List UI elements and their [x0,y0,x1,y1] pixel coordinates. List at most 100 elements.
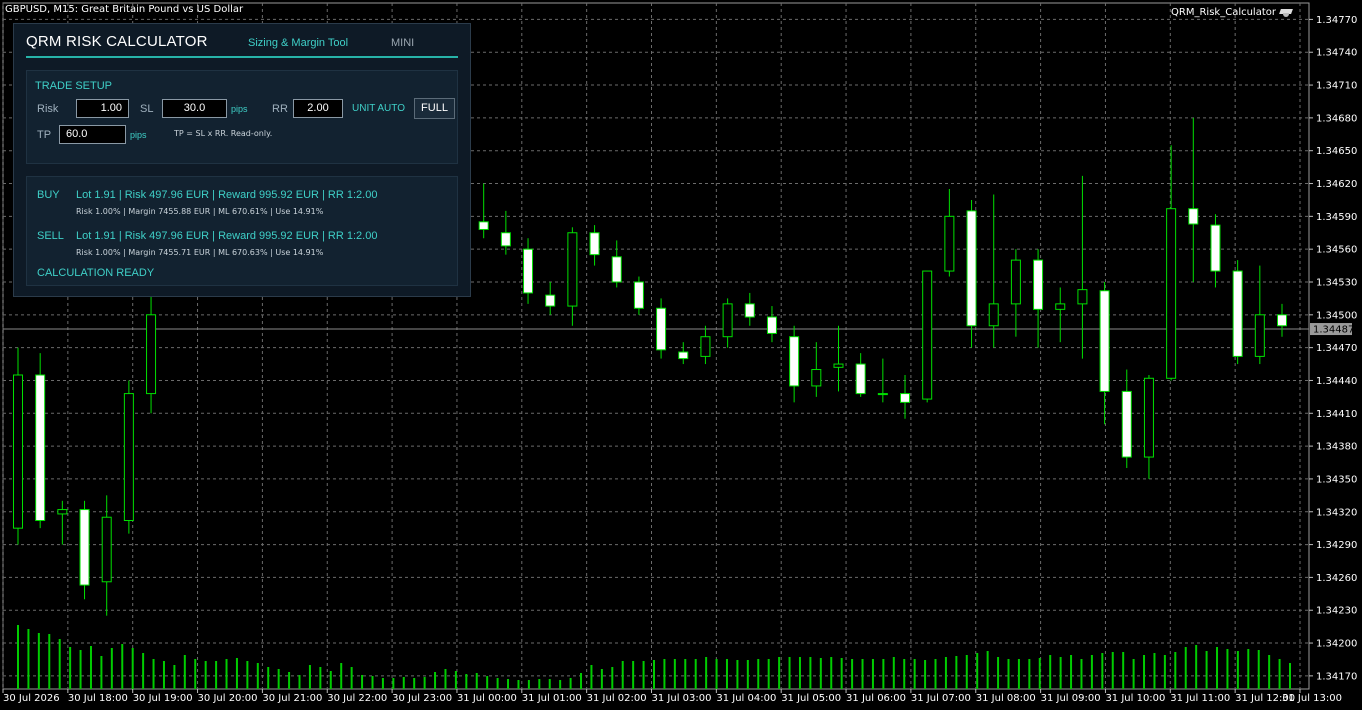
candle-body [1077,289,1088,305]
candle-body [855,363,866,395]
time-tick-label: 31 Jul 01:00 [522,693,582,704]
candle-body [523,248,534,294]
results-section: BUY Lot 1.91 | Risk 497.96 EUR | Reward … [26,176,458,286]
candle-body [766,316,777,334]
price-tick-label: 1.34440 [1316,376,1357,387]
sl-unit: pips [231,104,248,114]
panel-header: QRM RISK CALCULATOR Sizing & Margin Tool… [26,33,458,57]
chart-symbol-title: GBPUSD, M15: Great Britain Pound vs US D… [5,4,244,15]
time-tick-label: 31 Jul 07:00 [911,693,971,704]
time-tick-label: 30 Jul 2026 [3,693,60,704]
time-tick-label: 31 Jul 04:00 [716,693,776,704]
time-tick-label: 31 Jul 13:00 [1282,693,1342,704]
candle-body [1277,314,1287,327]
unit-auto-toggle[interactable]: UNIT AUTO [352,103,405,114]
price-tick-label: 1.34410 [1316,409,1357,420]
full-mode-button[interactable]: FULL [414,98,455,119]
price-tick-label: 1.34530 [1316,277,1357,288]
candle [123,380,134,534]
candle-body [811,369,822,387]
graduation-cap-icon [1280,8,1292,18]
candle-body [101,516,112,583]
tp-label: TP [37,129,52,141]
panel-title: QRM RISK CALCULATOR [26,33,208,50]
time-tick-label: 31 Jul 11:00 [1170,693,1230,704]
candle-body [35,374,46,522]
candle-body [900,393,911,403]
time-tick-label: 31 Jul 00:00 [457,693,517,704]
sl-label: SL [140,103,154,115]
price-tick-label: 1.34470 [1316,343,1357,354]
candle [35,353,46,529]
risk-label: Risk [37,103,59,115]
candle-body [1055,303,1066,310]
candle-body [1166,208,1177,379]
price-tick-label: 1.34320 [1316,507,1357,518]
tp-readonly-field: 60.0 [59,125,126,144]
mini-toggle-button[interactable]: MINI [391,37,414,49]
candle-body [1188,208,1199,225]
price-tick-label: 1.34650 [1316,146,1357,157]
candle [1232,260,1243,365]
sell-label: SELL [37,230,64,242]
trade-setup-section: TRADE SETUP Risk 1.00 SL 30.0 pips RR 2.… [26,70,458,164]
candle-body [1143,377,1154,458]
price-tick-label: 1.34260 [1316,573,1357,584]
candle-body [1210,224,1221,272]
candle-body [700,336,711,357]
candle-body [567,232,578,307]
sell-summary: Lot 1.91 | Risk 497.96 EUR | Reward 995.… [76,230,378,242]
calculation-status: CALCULATION READY [37,267,155,279]
candle-body [1099,290,1110,392]
candle-body [833,363,844,368]
candle-body [1254,314,1265,357]
candle-body [877,393,888,396]
candle-body [722,303,733,338]
time-tick-label: 31 Jul 05:00 [781,693,841,704]
candle-body [922,270,933,400]
candle [966,199,977,348]
candle [79,500,90,600]
buy-summary: Lot 1.91 | Risk 497.96 EUR | Reward 995.… [76,189,378,201]
candle-body [1232,270,1243,357]
price-tick-label: 1.34680 [1316,113,1357,124]
candle-body [500,232,511,247]
time-tick-label: 30 Jul 22:00 [327,693,387,704]
sl-input[interactable]: 30.0 [162,99,227,118]
risk-calculator-panel[interactable]: QRM RISK CALCULATOR Sizing & Margin Tool… [13,23,471,297]
current-price-label: 1.34487 [1313,325,1354,336]
price-tick-label: 1.34170 [1316,671,1357,682]
buy-label: BUY [37,189,60,201]
candle [13,347,23,545]
buy-details: Risk 1.00% | Margin 7455.88 EUR | ML 670… [76,207,324,216]
risk-input[interactable]: 1.00 [76,99,129,118]
price-tick-label: 1.34380 [1316,442,1357,453]
rr-label: RR [272,103,288,115]
candle-body [589,232,600,256]
price-tick-label: 1.34350 [1316,474,1357,485]
candle-body [1033,259,1044,310]
time-tick-label: 31 Jul 02:00 [587,693,647,704]
candle-body [1121,390,1132,458]
candle-body [944,215,955,272]
trade-setup-heading: TRADE SETUP [35,80,113,92]
candle-body [744,303,755,318]
time-tick-label: 31 Jul 10:00 [1105,693,1165,704]
price-tick-label: 1.34500 [1316,310,1357,321]
candle-body [678,351,689,360]
candle-body [123,393,134,522]
rr-input[interactable]: 2.00 [293,99,343,118]
candle-body [146,314,157,395]
candle-body [988,303,999,327]
price-tick-label: 1.34740 [1316,48,1357,59]
price-tick-label: 1.34200 [1316,639,1357,650]
candle-body [545,294,556,307]
time-tick-label: 30 Jul 18:00 [68,693,128,704]
price-tick-label: 1.34590 [1316,212,1357,223]
tp-unit: pips [130,130,147,140]
time-tick-label: 30 Jul 19:00 [133,693,193,704]
time-tick-label: 31 Jul 09:00 [1041,693,1101,704]
time-tick-label: 31 Jul 08:00 [976,693,1036,704]
candle-body [966,210,977,327]
candle-body [656,307,667,351]
